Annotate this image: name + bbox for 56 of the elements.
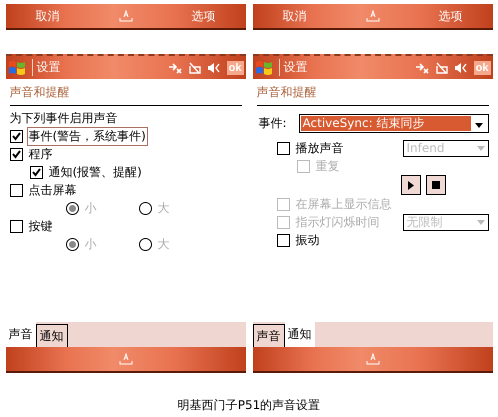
stop-icon xyxy=(432,181,440,189)
section-heading: 声音和提醒 xyxy=(256,79,488,106)
softkey[interactable]: 选项 xyxy=(192,8,216,24)
option-label: 事件(警告，系统事件) xyxy=(26,126,148,146)
tab[interactable]: 声音 xyxy=(6,322,36,347)
caption: 明基西门子P51的声音设置 xyxy=(178,397,320,414)
radio-label: 小 xyxy=(84,236,98,252)
intro-text: 为下列事件启用声音 xyxy=(10,110,118,127)
tray-icon[interactable] xyxy=(188,62,201,74)
keyboard-icon[interactable] xyxy=(366,10,380,22)
dropdown-arrow-icon xyxy=(474,122,482,128)
flag-logo-icon[interactable] xyxy=(8,58,26,76)
checkbox[interactable] xyxy=(10,148,22,160)
option-label: 通知(报警、提醒) xyxy=(48,164,143,180)
stop-button[interactable] xyxy=(426,175,446,195)
connectivity-icon[interactable] xyxy=(168,62,182,74)
checkbox[interactable] xyxy=(10,220,22,232)
speaker-icon[interactable] xyxy=(206,62,221,74)
dropdown-arrow-icon xyxy=(476,146,484,150)
play-icon xyxy=(408,180,414,190)
dropdown-arrow-icon xyxy=(476,220,484,224)
radio-label: 小 xyxy=(84,200,98,216)
keyboard-icon[interactable] xyxy=(366,353,380,365)
radio-label: 大 xyxy=(156,200,170,216)
event-label: 事件: xyxy=(258,115,288,132)
checkbox[interactable] xyxy=(10,184,22,196)
softkey[interactable]: 取消 xyxy=(36,8,60,24)
option-label: 程序 xyxy=(28,146,54,162)
section-heading: 声音和提醒 xyxy=(10,79,242,106)
option-label: 重复 xyxy=(314,158,340,174)
tab[interactable]: 通知 xyxy=(284,322,314,347)
flag-logo-icon[interactable] xyxy=(254,58,272,76)
option-label: 指示灯闪烁时间 xyxy=(294,214,380,230)
keyboard-icon[interactable] xyxy=(118,353,132,365)
option-label: 点击屏幕 xyxy=(28,182,78,198)
checkbox[interactable] xyxy=(30,166,42,178)
checkbox[interactable] xyxy=(276,234,290,246)
checkbox[interactable] xyxy=(276,142,290,154)
softkey[interactable]: 取消 xyxy=(282,8,306,24)
speaker-icon[interactable] xyxy=(454,62,468,74)
option-label: 按键 xyxy=(28,218,54,234)
option-label: 在屏幕上显示信息 xyxy=(294,196,392,212)
tab[interactable]: 声音 xyxy=(252,324,284,347)
tray-icon[interactable] xyxy=(434,62,448,74)
window-title: 设置 xyxy=(278,59,409,76)
play-button[interactable] xyxy=(400,175,420,195)
event-dropdown[interactable]: ActiveSync: 结束同步 xyxy=(298,114,488,133)
radio-label: 大 xyxy=(156,236,170,252)
checkbox[interactable] xyxy=(10,130,22,142)
connectivity-icon[interactable] xyxy=(414,62,429,74)
window-title: 设置 xyxy=(32,59,162,76)
tab[interactable]: 通知 xyxy=(36,324,68,347)
softkey[interactable]: 选项 xyxy=(438,8,462,24)
option-label: 播放声音 xyxy=(294,140,344,156)
keyboard-icon[interactable] xyxy=(118,10,132,22)
option-label: 振动 xyxy=(294,232,320,248)
